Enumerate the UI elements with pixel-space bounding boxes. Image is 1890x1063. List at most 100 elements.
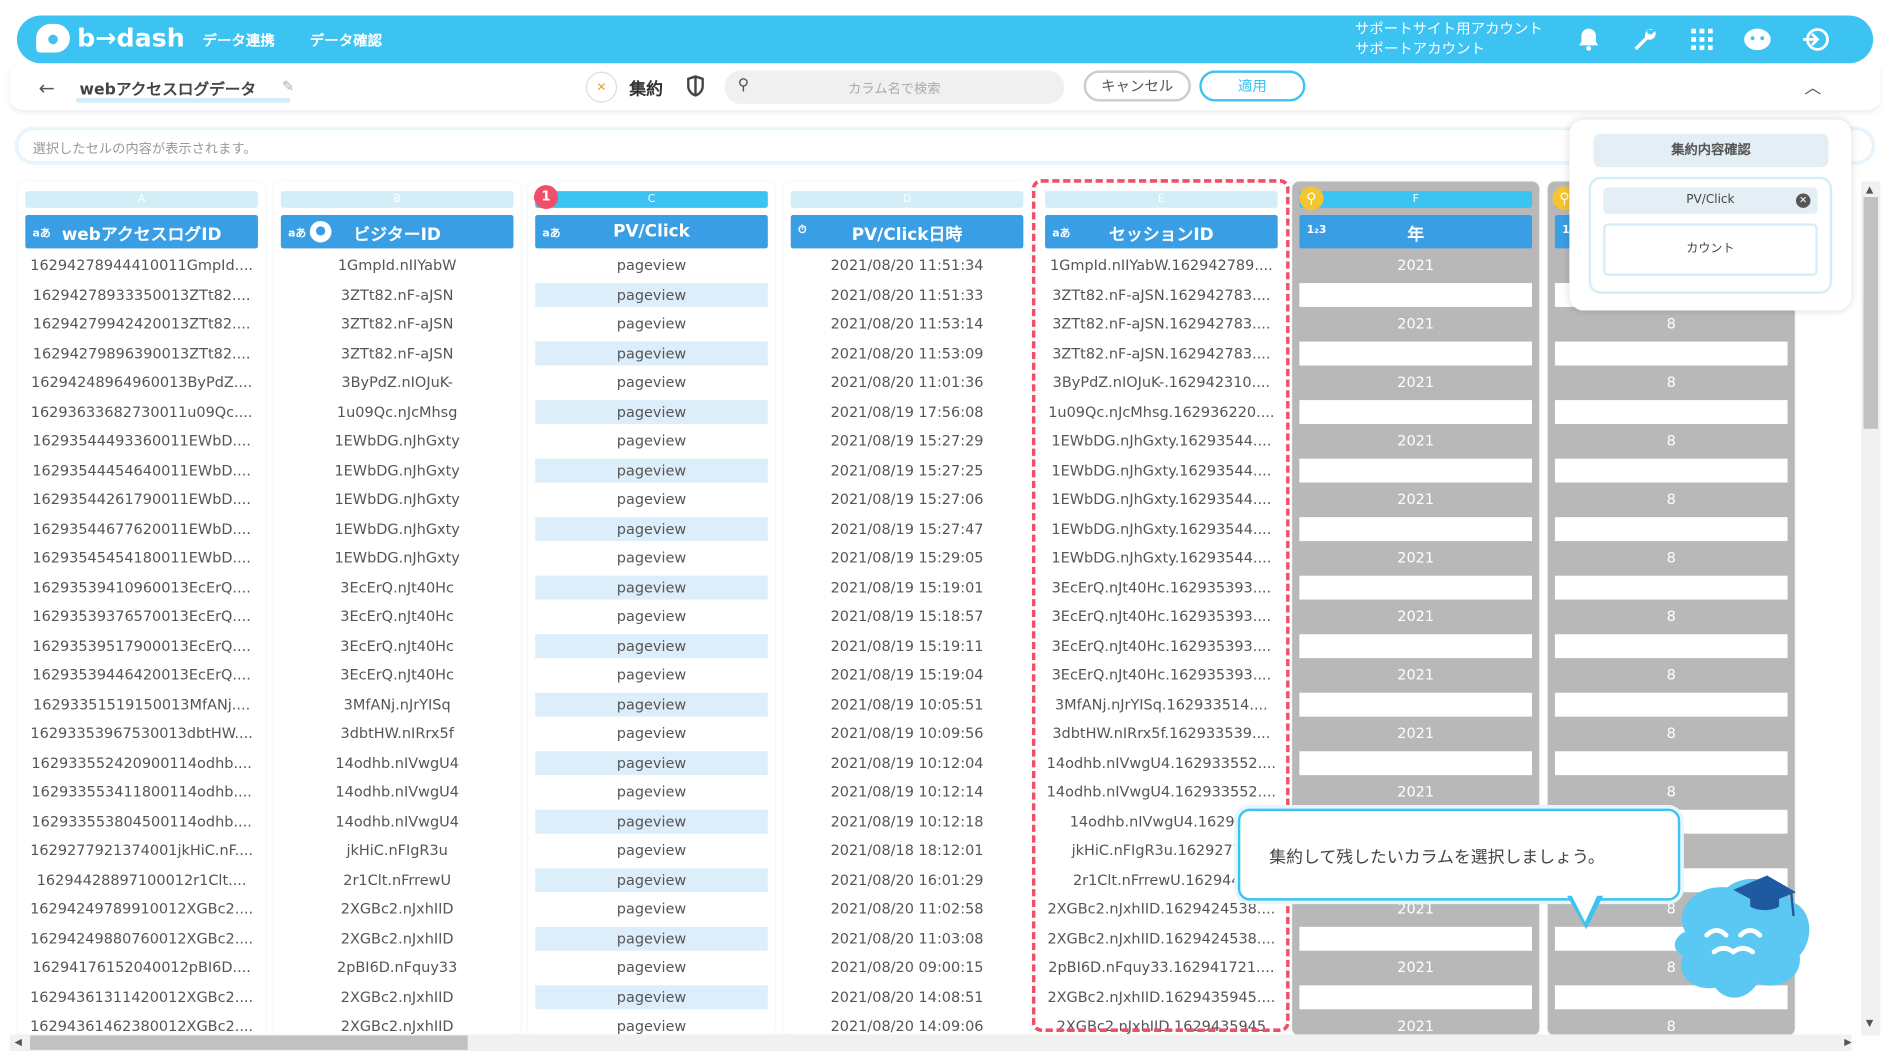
column-header[interactable]: aあ ビジターID ● xyxy=(280,214,514,249)
account-info[interactable]: サポートサイト用アカウント サポートアカウント xyxy=(1355,19,1543,60)
table-cell[interactable]: 16294249880760012XGBc2.... xyxy=(25,926,258,951)
table-cell[interactable]: 8 xyxy=(1555,312,1788,336)
table-cell[interactable]: 1629277921374001jkHiC.nF.... xyxy=(25,838,258,862)
column-header[interactable]: aあ PV/Click xyxy=(535,214,768,249)
table-cell[interactable]: 8 xyxy=(1554,399,1788,424)
table-cell[interactable]: 2021 xyxy=(1299,516,1533,541)
table-cell[interactable]: 16293539446420013EcErQ.... xyxy=(25,663,258,687)
column-e[interactable]: Eaあ セッションID 1GmpId.nIIYabW.162942789.... 3Z… xyxy=(1037,181,1285,1036)
table-cell[interactable]: 2XGBc2.nJxhIID.1629435945.... xyxy=(1045,984,1278,1009)
table-cell[interactable]: 162933553804500114odhb.... xyxy=(25,809,258,834)
table-cell[interactable]: 2021/08/20 11:02:58 xyxy=(791,897,1024,921)
table-cell[interactable]: pageview xyxy=(535,282,768,307)
table-cell[interactable]: pageview xyxy=(535,546,768,570)
table-cell[interactable]: 3EcErQ.nJt40Hc xyxy=(281,604,514,628)
table-cell[interactable]: 16293539376570013EcErQ.... xyxy=(25,604,258,628)
wrench-icon[interactable] xyxy=(1630,25,1659,54)
table-cell[interactable]: 16294279896390013ZTt82.... xyxy=(25,340,258,365)
apps-grid-icon[interactable] xyxy=(1688,25,1717,54)
table-cell[interactable]: 2021/08/19 10:05:51 xyxy=(790,692,1024,717)
table-cell[interactable]: 2021 xyxy=(1299,633,1533,658)
table-cell[interactable]: 3EcErQ.nJt40Hc xyxy=(281,663,514,687)
table-cell[interactable]: 14odhb.nIVwgU4 xyxy=(280,809,514,834)
table-cell[interactable]: 16293633682730011u09Qc.... xyxy=(25,399,258,424)
table-cell[interactable]: 2XGBc2.nJxhIID.1629424538.... xyxy=(1045,926,1278,951)
table-cell[interactable]: 2021 xyxy=(1299,984,1533,1009)
column-header[interactable]: ⏱ PV/Click日時 xyxy=(790,214,1024,249)
table-cell[interactable]: 2021/08/19 15:27:29 xyxy=(791,429,1024,453)
bell-icon[interactable] xyxy=(1574,25,1603,54)
table-cell[interactable]: 16293544493360011EWbD.... xyxy=(25,429,258,453)
table-cell[interactable]: 1EWbDG.nJhGxty xyxy=(281,429,514,453)
chevron-up-icon[interactable]: ︿ xyxy=(1804,75,1821,99)
table-cell[interactable]: 2021 xyxy=(1299,956,1532,980)
table-cell[interactable]: 2r1Clt.nFrrewU xyxy=(280,867,514,892)
table-cell[interactable]: 16293351519150013MfANj.... xyxy=(25,692,258,717)
table-cell[interactable]: 3EcErQ.nJt40Hc.162935393.... xyxy=(1045,604,1278,628)
table-cell[interactable]: 2021/08/19 10:12:14 xyxy=(791,780,1024,804)
mascot-help-icon[interactable] xyxy=(1743,25,1772,54)
table-cell[interactable]: 16293544261790011EWbD.... xyxy=(25,487,258,511)
table-cell[interactable]: 1EWbDG.nJhGxty xyxy=(281,546,514,570)
table-cell[interactable]: 3ByPdZ.nIOJuK-.162942310.... xyxy=(1045,370,1278,394)
table-cell[interactable]: 3EcErQ.nJt40Hc xyxy=(280,575,514,599)
table-cell[interactable]: pageview xyxy=(535,809,768,834)
table-cell[interactable]: pageview xyxy=(535,340,768,365)
table-cell[interactable]: 2021 xyxy=(1299,897,1532,921)
table-cell[interactable]: 2021/08/20 09:00:15 xyxy=(791,956,1024,980)
table-cell[interactable]: 2021 xyxy=(1299,399,1533,424)
scroll-left-icon[interactable]: ◀ xyxy=(14,1037,21,1048)
table-cell[interactable]: pageview xyxy=(535,370,768,394)
table-cell[interactable]: 14odhb.nIVwgU4 xyxy=(281,780,514,804)
table-cell[interactable]: pageview xyxy=(535,604,768,628)
table-cell[interactable]: 8 xyxy=(1555,370,1788,394)
table-cell[interactable]: 2021/08/19 10:12:18 xyxy=(790,809,1024,834)
table-cell[interactable]: 8 xyxy=(1554,750,1788,775)
table-cell[interactable]: 2021 xyxy=(1299,253,1532,277)
table-cell[interactable]: 3ZTt82.nF-aJSN.162942783.... xyxy=(1045,282,1278,307)
table-cell[interactable]: pageview xyxy=(535,780,768,804)
table-cell[interactable]: 1GmpId.nIIYabW.162942789.... xyxy=(1045,253,1278,277)
table-cell[interactable]: 2021/08/19 10:12:04 xyxy=(790,750,1024,775)
aggregate-icon[interactable]: ✕ xyxy=(585,71,618,103)
scroll-up-icon[interactable]: ▲ xyxy=(1866,184,1873,195)
column-header[interactable]: 1₂3 年 xyxy=(1299,214,1533,249)
table-cell[interactable]: 2021/08/20 11:53:09 xyxy=(790,340,1024,365)
selected-column-chip[interactable]: PV/Click ✕ xyxy=(1603,187,1818,214)
table-cell[interactable]: 1EWbDG.nJhGxty.16293544.... xyxy=(1045,458,1278,482)
table-cell[interactable]: 16293544454640011EWbD.... xyxy=(25,458,258,482)
table-cell[interactable]: 2021 xyxy=(1299,487,1532,511)
table-cell[interactable]: 16294278944410011GmpId.... xyxy=(25,253,258,277)
table-cell[interactable]: 2021/08/20 11:51:33 xyxy=(790,282,1024,307)
table-cell[interactable]: 2021 xyxy=(1299,750,1533,775)
dataset-title[interactable]: webアクセスログデータ xyxy=(80,76,257,99)
table-cell[interactable]: 14odhb.nIVwgU4.162933552.... xyxy=(1045,780,1278,804)
table-cell[interactable]: 3ZTt82.nF-aJSN xyxy=(280,340,514,365)
table-cell[interactable]: 8 xyxy=(1554,340,1788,365)
table-cell[interactable]: 3ZTt82.nF-aJSN.162942783.... xyxy=(1045,312,1278,336)
cancel-button[interactable]: キャンセル xyxy=(1083,70,1191,102)
table-cell[interactable]: 8 xyxy=(1554,458,1788,482)
table-cell[interactable]: jkHiC.nFIgR3u xyxy=(281,838,514,862)
table-cell[interactable]: 16294278933350013ZTt82.... xyxy=(25,282,258,307)
logo[interactable]: b→dash xyxy=(36,23,185,53)
table-cell[interactable]: 2021/08/19 17:56:08 xyxy=(790,399,1024,424)
table-cell[interactable]: 16294248964960013ByPdZ.... xyxy=(25,370,258,394)
close-icon[interactable]: ✕ xyxy=(1795,193,1811,208)
column-c[interactable]: Caあ PV/Click pageview pageview pageview pagev… xyxy=(527,181,776,1036)
table-cell[interactable]: 1EWbDG.nJhGxty xyxy=(280,458,514,482)
table-cell[interactable]: 2021/08/20 11:03:08 xyxy=(790,926,1024,951)
table-cell[interactable]: 3EcErQ.nJt40Hc.162935393.... xyxy=(1045,633,1278,658)
table-cell[interactable]: pageview xyxy=(535,838,768,862)
table-cell[interactable]: 2021 xyxy=(1299,663,1532,687)
table-cell[interactable]: 16293539517900013EcErQ.... xyxy=(25,633,258,658)
table-cell[interactable]: 1GmpId.nIIYabW xyxy=(281,253,514,277)
table-cell[interactable]: 2021 xyxy=(1299,1014,1532,1035)
shield-icon[interactable] xyxy=(685,74,707,98)
table-cell[interactable]: 2021/08/20 14:09:06 xyxy=(791,1014,1024,1035)
table-cell[interactable]: pageview xyxy=(535,253,768,277)
nav-data-check[interactable]: データ確認 xyxy=(310,30,382,50)
table-cell[interactable]: 1EWbDG.nJhGxty xyxy=(281,487,514,511)
table-cell[interactable]: 1EWbDG.nJhGxty.16293544.... xyxy=(1045,546,1278,570)
table-cell[interactable]: pageview xyxy=(535,1014,768,1035)
